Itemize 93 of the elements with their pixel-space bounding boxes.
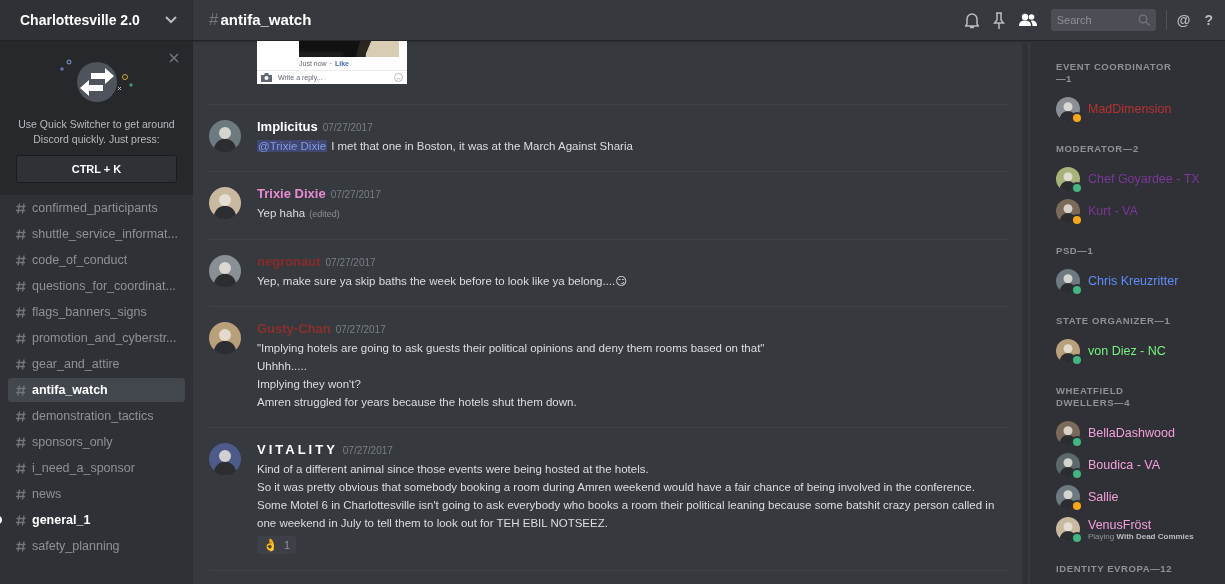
hash-icon bbox=[16, 202, 26, 214]
channel-title: antifa_watch bbox=[220, 11, 312, 28]
message-text: So it was pretty obvious that somebody booking a room during Amren weekend would have a fair chance of being involved in the conference. bbox=[257, 481, 975, 493]
timestamp: 07/27/2017 bbox=[325, 257, 376, 268]
avatar[interactable] bbox=[209, 443, 241, 475]
message-text: Uhhhh..... bbox=[257, 360, 307, 372]
timestamp: 07/27/2017 bbox=[322, 122, 373, 133]
message-text: Amren struggled for years because the hotels shut them down. bbox=[257, 396, 577, 408]
member-name: von Diez - NC bbox=[1088, 344, 1166, 358]
message-text: Kind of a different animal since those events were being hosted at the hotels. bbox=[257, 463, 649, 475]
member-item[interactable]: MadDimension bbox=[1056, 93, 1215, 125]
avatar[interactable] bbox=[209, 255, 241, 287]
timestamp: 07/27/2017 bbox=[330, 189, 381, 200]
channel-item[interactable]: questions_for_coordinat... bbox=[8, 274, 185, 298]
hash-icon bbox=[16, 384, 26, 396]
channel-item[interactable]: i_need_a_sponsor bbox=[8, 456, 185, 480]
timestamp: 07/27/2017 bbox=[342, 445, 393, 456]
username[interactable]: VITALITY bbox=[257, 442, 338, 457]
hash-icon bbox=[16, 488, 26, 500]
user-mention[interactable]: @Trixie Dixie bbox=[257, 140, 328, 152]
avatar[interactable] bbox=[209, 322, 241, 354]
message-text: I met that one in Boston, it was at the March Against Sharia bbox=[331, 140, 633, 152]
hash-icon bbox=[16, 436, 26, 448]
quick-switcher-hint: Use Quick Switcher to get around Discord quickly. Just press: bbox=[17, 117, 176, 147]
close-icon[interactable] bbox=[169, 53, 179, 63]
reaction-button[interactable]: 👌 1 bbox=[257, 536, 297, 554]
member-item[interactable]: Chris Kreuzritter bbox=[1056, 265, 1215, 297]
channel-item[interactable]: confirmed_participants bbox=[8, 196, 185, 220]
channel-item[interactable]: gear_and_attire bbox=[8, 352, 185, 376]
hash-icon bbox=[16, 332, 26, 344]
pin-icon[interactable] bbox=[992, 11, 1005, 29]
smiley-icon bbox=[394, 73, 403, 82]
hash-icon bbox=[16, 228, 26, 240]
channel-item[interactable]: general_1 bbox=[8, 508, 185, 532]
chevron-down-icon bbox=[165, 16, 177, 24]
help-icon[interactable]: ? bbox=[1204, 12, 1213, 28]
channel-item[interactable]: news bbox=[8, 482, 185, 506]
member-item[interactable]: von Diez - NC bbox=[1056, 335, 1215, 367]
channel-item[interactable]: demonstration_tactics bbox=[8, 404, 185, 428]
avatar[interactable] bbox=[209, 187, 241, 219]
hash-symbol: # bbox=[209, 10, 219, 29]
channel-item[interactable]: flags_banners_signs bbox=[8, 300, 185, 324]
server-name: Charlottesville 2.0 bbox=[20, 12, 140, 28]
role-header: STATE ORGANIZER—1 bbox=[1056, 315, 1172, 327]
channel-item[interactable]: antifa_watch bbox=[8, 378, 185, 402]
channel-item[interactable]: sponsors_only bbox=[8, 430, 185, 454]
edited-tag: (edited) bbox=[309, 209, 340, 219]
hash-icon bbox=[16, 306, 26, 318]
bell-icon[interactable] bbox=[964, 11, 979, 29]
camera-icon bbox=[261, 73, 272, 82]
member-item[interactable]: BellaDashwood bbox=[1056, 417, 1215, 449]
username[interactable]: Trixie Dixie bbox=[257, 186, 326, 201]
shortcut-key: CTRL + K bbox=[16, 155, 177, 183]
member-item[interactable]: Sallie bbox=[1056, 481, 1215, 513]
search-field[interactable]: Search bbox=[1050, 9, 1156, 31]
timestamp: 07/27/2017 bbox=[335, 324, 386, 335]
message-text: Yep haha bbox=[257, 207, 306, 219]
role-header: IDENTITY EVROPA—12 bbox=[1056, 563, 1174, 575]
member-name: Sallie bbox=[1088, 490, 1119, 504]
channel-item[interactable]: shuttle_service_informat... bbox=[8, 222, 185, 246]
role-header: WHEATFIELD DWELLERS—4 bbox=[1056, 385, 1132, 409]
role-header: PSD—1 bbox=[1056, 245, 1095, 257]
activity-status: Playing With Dead Commies bbox=[1088, 531, 1194, 541]
hash-icon bbox=[16, 358, 26, 370]
hash-icon bbox=[16, 254, 26, 266]
member-name: VenusFröst bbox=[1088, 517, 1153, 532]
message-text: Implying they won't? bbox=[257, 378, 361, 390]
channel-item[interactable]: promotion_and_cyberstr... bbox=[8, 326, 185, 350]
member-name: Kurt - VA bbox=[1088, 204, 1138, 218]
member-name: MadDimension bbox=[1088, 102, 1172, 116]
message-text: "Implying hotels are going to ask guests their political opinions and deny them rooms based on that" bbox=[257, 342, 765, 354]
hash-icon bbox=[16, 410, 26, 422]
hash-icon bbox=[16, 514, 26, 526]
member-name: Chris Kreuzritter bbox=[1088, 274, 1179, 288]
member-name: BellaDashwood bbox=[1088, 426, 1175, 440]
channel-item[interactable]: code_of_conduct bbox=[8, 248, 185, 272]
member-name: Boudica - VA bbox=[1088, 458, 1161, 472]
message-text: Some Motel 6 in Charlottesville isn't going to ask everybody who books a room their political leaning because some batshit crazy person called in one weekend in July to tell them to look out for TEH EBIL NOTSEEZ. bbox=[257, 499, 995, 529]
members-icon[interactable] bbox=[1018, 13, 1037, 27]
role-header: EVENT COORDINATOR—1 bbox=[1056, 61, 1173, 85]
member-item[interactable]: Boudica - VA bbox=[1056, 449, 1215, 481]
avatar[interactable] bbox=[209, 120, 241, 152]
mention-icon[interactable]: @ bbox=[1176, 12, 1191, 28]
search-icon bbox=[1137, 14, 1150, 26]
hash-icon bbox=[16, 280, 26, 292]
hash-icon bbox=[16, 540, 26, 552]
channel-item[interactable]: safety_planning bbox=[8, 534, 185, 558]
member-item[interactable]: VenusFröst Playing With Dead Commies bbox=[1056, 513, 1215, 545]
role-header: MODERATOR—2 bbox=[1056, 143, 1140, 155]
member-name: Chef Goyardee - TX bbox=[1088, 172, 1200, 186]
message-text: Yep, make sure ya skip baths the week before to look like ya belong....😏 bbox=[257, 275, 628, 287]
hash-icon bbox=[16, 462, 26, 474]
username[interactable]: Implicitus bbox=[257, 119, 318, 134]
